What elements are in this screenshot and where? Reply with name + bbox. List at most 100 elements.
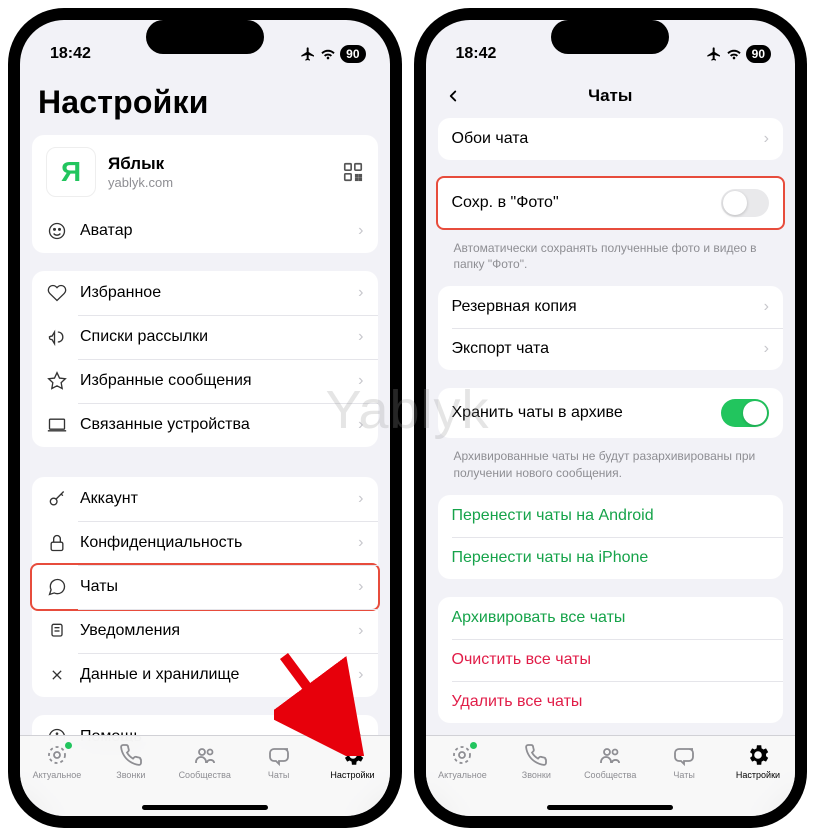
storage-row[interactable]: Данные и хранилище › — [32, 653, 378, 697]
avatar-row[interactable]: Аватар › — [32, 209, 378, 253]
favorites-row[interactable]: Избранное › — [32, 271, 378, 315]
broadcast-row[interactable]: Списки рассылки › — [32, 315, 378, 359]
dynamic-island — [551, 20, 669, 54]
transfer-android-row[interactable]: Перенести чаты на Android — [438, 495, 784, 537]
backup-label: Резервная копия — [452, 298, 764, 316]
communities-icon — [597, 742, 623, 768]
chats-row[interactable]: Чаты › — [30, 563, 380, 611]
save-photos-label: Сохр. в "Фото" — [452, 194, 722, 212]
chevron-right-icon: › — [358, 328, 363, 346]
tab-label: Чаты — [268, 770, 289, 780]
bell-icon — [46, 620, 68, 642]
status-indicators: 90 — [706, 45, 771, 63]
profile-name: Яблык — [108, 154, 342, 174]
transfer-android-label: Перенести чаты на Android — [452, 507, 770, 525]
qr-icon[interactable] — [342, 161, 364, 183]
destructive-group: Архивировать все чаты Очистить все чаты … — [438, 597, 784, 723]
transfer-iphone-row[interactable]: Перенести чаты на iPhone — [438, 537, 784, 579]
clear-all-label: Очистить все чаты — [452, 651, 770, 669]
tab-settings[interactable]: Настройки — [723, 742, 793, 816]
chevron-right-icon: › — [358, 578, 363, 596]
delete-all-row[interactable]: Удалить все чаты — [438, 681, 784, 723]
notifications-row[interactable]: Уведомления › — [32, 609, 378, 653]
account-label: Аккаунт — [80, 490, 358, 508]
wallpaper-row[interactable]: Обои чата › — [438, 118, 784, 160]
tab-label: Сообщества — [179, 770, 231, 780]
home-indicator — [142, 805, 268, 810]
chevron-right-icon: › — [358, 534, 363, 552]
dynamic-island — [146, 20, 264, 54]
save-photos-row[interactable]: Сохр. в "Фото" — [438, 178, 784, 228]
storage-icon — [46, 664, 68, 686]
save-photos-toggle[interactable] — [721, 189, 769, 217]
wifi-icon — [726, 46, 742, 62]
home-indicator — [547, 805, 673, 810]
privacy-label: Конфиденциальность — [80, 534, 358, 552]
laptop-icon — [46, 414, 68, 436]
badge-dot — [65, 742, 72, 749]
export-row[interactable]: Экспорт чата › — [438, 328, 784, 370]
clear-all-row[interactable]: Очистить все чаты — [438, 639, 784, 681]
tab-settings[interactable]: Настройки — [318, 742, 388, 816]
gear-icon — [340, 742, 366, 768]
wifi-icon — [320, 46, 336, 62]
tabbar: Актуальное Звонки Сообщества Чаты Настро… — [426, 735, 796, 816]
tab-label: Настройки — [736, 770, 780, 780]
transfer-iphone-label: Перенести чаты на iPhone — [452, 549, 770, 567]
chevron-right-icon: › — [358, 666, 363, 684]
badge-dot — [470, 742, 477, 749]
archive-group: Хранить чаты в архиве — [438, 388, 784, 438]
archive-row[interactable]: Хранить чаты в архиве — [438, 388, 784, 438]
chevron-right-icon: › — [358, 372, 363, 390]
tabbar: Актуальное Звонки Сообщества Чаты Настро… — [20, 735, 390, 816]
save-photos-note: Автоматически сохранять полученные фото … — [438, 234, 784, 286]
tab-label: Актуальное — [33, 770, 82, 780]
tab-updates[interactable]: Актуальное — [427, 742, 497, 816]
notifications-label: Уведомления — [80, 622, 358, 640]
chevron-right-icon: › — [764, 298, 769, 316]
chevron-right-icon: › — [764, 130, 769, 148]
favorites-label: Избранное — [80, 284, 358, 302]
archive-note: Архивированные чаты не будут разархивиро… — [438, 442, 784, 494]
profile-row[interactable]: Я Яблык yablyk.com — [32, 135, 378, 209]
chevron-right-icon: › — [358, 490, 363, 508]
archive-all-label: Архивировать все чаты — [452, 609, 770, 627]
chevron-right-icon: › — [358, 222, 363, 240]
storage-label: Данные и хранилище — [80, 666, 358, 684]
battery-icon: 90 — [746, 45, 771, 63]
page-title: Настройки — [38, 84, 372, 121]
tab-label: Актуальное — [438, 770, 487, 780]
settings-group: Аккаунт › Конфиденциальность › Чаты › — [32, 477, 378, 697]
linked-row[interactable]: Связанные устройства › — [32, 403, 378, 447]
chevron-right-icon: › — [358, 284, 363, 302]
phone-right: 18:42 90 Чаты Обои чата › — [414, 8, 808, 828]
starred-row[interactable]: Избранные сообщения › — [32, 359, 378, 403]
tab-label: Настройки — [330, 770, 374, 780]
profile-group: Я Яблык yablyk.com Аватар — [32, 135, 378, 253]
account-row[interactable]: Аккаунт › — [32, 477, 378, 521]
privacy-row[interactable]: Конфиденциальность › — [32, 521, 378, 565]
key-icon — [46, 488, 68, 510]
airplane-icon — [300, 46, 316, 62]
broadcast-label: Списки рассылки — [80, 328, 358, 346]
archive-all-row[interactable]: Архивировать все чаты — [438, 597, 784, 639]
lock-icon — [46, 532, 68, 554]
profile-subtitle: yablyk.com — [108, 175, 342, 190]
phone-icon — [523, 742, 549, 768]
chevron-right-icon: › — [358, 416, 363, 434]
archive-toggle[interactable] — [721, 399, 769, 427]
archive-label: Хранить чаты в архиве — [452, 404, 722, 422]
chevron-right-icon: › — [764, 340, 769, 358]
megaphone-icon — [46, 326, 68, 348]
nav-header: Чаты — [438, 80, 784, 118]
save-photos-group: Сохр. в "Фото" — [436, 176, 786, 230]
backup-row[interactable]: Резервная копия › — [438, 286, 784, 328]
battery-icon: 90 — [340, 45, 365, 63]
nav-title: Чаты — [588, 86, 632, 106]
avatar: Я — [46, 147, 96, 197]
tab-updates[interactable]: Актуальное — [22, 742, 92, 816]
phone-icon — [118, 742, 144, 768]
export-label: Экспорт чата — [452, 340, 764, 358]
chats-label: Чаты — [80, 578, 358, 596]
back-button[interactable] — [444, 87, 462, 105]
